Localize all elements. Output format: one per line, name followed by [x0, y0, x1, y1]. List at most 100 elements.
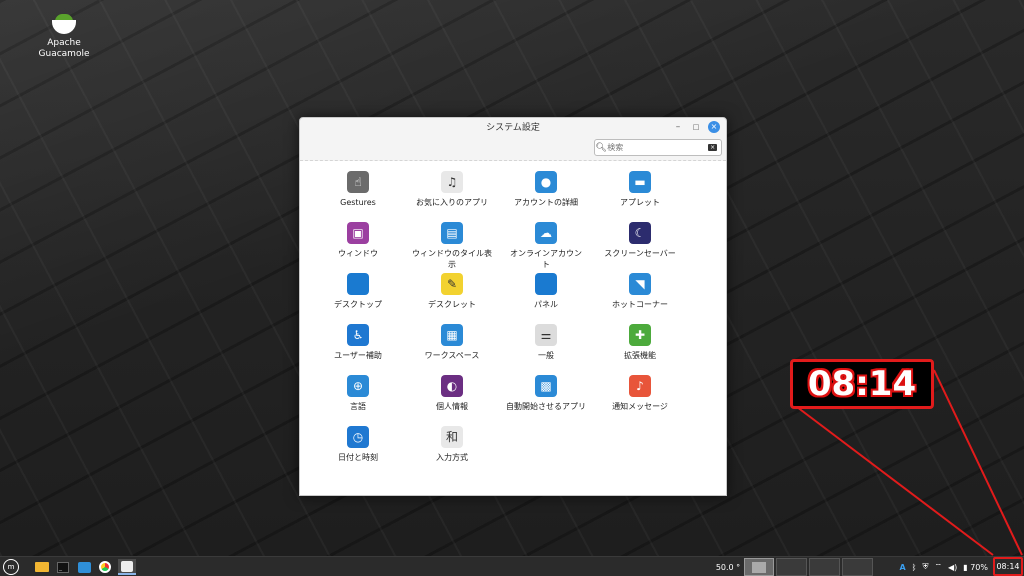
settings-item[interactable]: ✚ 拡張機能 [593, 324, 687, 375]
workspaces-icon: ▦ [441, 324, 463, 346]
settings-item-label: デスクレット [428, 300, 476, 309]
clear-search-icon[interactable]: × [708, 144, 717, 151]
settings-item[interactable]: ☾ スクリーンセーバー [593, 222, 687, 273]
settings-item[interactable]: ♿ ユーザー補助 [311, 324, 405, 375]
battery-icon: ▮ [963, 562, 968, 572]
system-tray: A ᛒ ⛨ ⌔ ◀) ▮ 70% [899, 559, 988, 575]
privacy-icon: ◐ [441, 375, 463, 397]
settings-item-label: ウィンドウのタイル表示 [412, 249, 492, 269]
general-icon: ⚌ [535, 324, 557, 346]
browser-launcher[interactable] [98, 559, 112, 575]
screensaver-icon: ☾ [629, 222, 651, 244]
settings-item-label: 拡張機能 [624, 351, 656, 360]
settings-item-label: ユーザー補助 [334, 351, 382, 360]
keyboard-layout-indicator[interactable]: A [899, 563, 905, 572]
panel-icon [535, 273, 557, 295]
mint-logo-icon: m [7, 563, 15, 571]
settings-item-label: デスクトップ [334, 300, 382, 309]
settings-item[interactable]: ▤ ウィンドウのタイル表示 [405, 222, 499, 273]
desktop-icon-label-line2: Guacamole [38, 49, 90, 59]
network-icon[interactable]: ⌔ [934, 562, 942, 572]
applets-icon: ▬ [629, 171, 651, 193]
search-box[interactable]: 🔍︎ × [594, 139, 722, 156]
files-launcher[interactable] [34, 559, 50, 575]
settings-item-label: 言語 [350, 402, 366, 411]
terminal-launcher[interactable]: _ [56, 559, 70, 575]
settings-item[interactable]: ● アカウントの詳細 [499, 171, 593, 222]
date-time-icon: ◷ [347, 426, 369, 448]
settings-item[interactable]: ⚌ 一般 [499, 324, 593, 375]
settings-item-label: アカウントの詳細 [514, 198, 578, 207]
battery-level: 70% [970, 562, 988, 572]
menu-button[interactable]: m [3, 559, 19, 575]
settings-item[interactable]: ♫ お気に入りのアプリ [405, 171, 499, 222]
settings-item-label: スクリーンセーバー [604, 249, 676, 258]
settings-item[interactable]: ☁ オンラインアカウント [499, 222, 593, 273]
guacamole-icon [51, 10, 77, 36]
settings-item[interactable]: ✎ デスクレット [405, 273, 499, 324]
settings-item-label: ホットコーナー [612, 300, 668, 309]
settings-item-label: オンラインアカウント [510, 249, 582, 269]
folder-icon [35, 562, 49, 572]
close-button[interactable]: × [708, 121, 720, 133]
account-icon: ● [535, 171, 557, 193]
hot-corners-icon: ◥ [629, 273, 651, 295]
system-settings-task[interactable] [118, 559, 136, 575]
cpu-temperature: 50.0 ° [715, 562, 741, 572]
desktop-icon [347, 273, 369, 295]
settings-item[interactable]: ♪ 通知メッセージ [593, 375, 687, 426]
guacamole-desktop-shortcut[interactable]: Apache Guacamole [36, 10, 92, 60]
settings-item[interactable]: ◥ ホットコーナー [593, 273, 687, 324]
settings-item[interactable]: ◷ 日付と時刻 [311, 426, 405, 477]
favorite-apps-icon: ♫ [441, 171, 463, 193]
settings-item[interactable]: ◐ 個人情報 [405, 375, 499, 426]
settings-item[interactable]: ▩ 自動開始させるアプリ [499, 375, 593, 426]
settings-item[interactable]: ▦ ワークスペース [405, 324, 499, 375]
screenshot-launcher[interactable] [77, 559, 91, 575]
settings-item[interactable]: ⊕ 言語 [311, 375, 405, 426]
window-tiling-icon: ▤ [441, 222, 463, 244]
system-settings-window: システム設定 – □ × 🔍︎ × ☝ Gestures ♫ お気に入りのアプリ ● アカ… [299, 117, 727, 496]
terminal-icon: _ [57, 561, 69, 573]
window-title: システム設定 [486, 123, 540, 133]
settings-item-label: パネル [534, 300, 558, 309]
search-input[interactable] [607, 140, 709, 155]
taskbar: m _ 50.0 ° A ᛒ ⛨ ⌔ ◀) ▮ 70% 08:14 [0, 556, 1024, 576]
minimize-button[interactable]: – [672, 121, 684, 133]
settings-item[interactable]: ▬ アプレット [593, 171, 687, 222]
search-icon: 🔍︎ [595, 142, 607, 153]
settings-item-label: ワークスペース [424, 351, 480, 360]
shield-icon[interactable]: ⛨ [922, 562, 928, 572]
bluetooth-icon[interactable]: ᛒ [912, 563, 917, 572]
maximize-button[interactable]: □ [690, 121, 702, 133]
settings-item-label: アプレット [620, 198, 660, 207]
desklets-icon: ✎ [441, 273, 463, 295]
settings-grid: ☝ Gestures ♫ お気に入りのアプリ ● アカウントの詳細 ▬ アプレット ▣ ウィンドウ… [300, 171, 726, 477]
online-accounts-icon: ☁ [535, 222, 557, 244]
window-titlebar[interactable]: システム設定 – □ × [300, 118, 726, 138]
workspace-2[interactable] [776, 558, 807, 576]
volume-icon[interactable]: ◀) [948, 563, 957, 572]
startup-apps-icon: ▩ [535, 375, 557, 397]
camera-icon [77, 561, 91, 573]
settings-item-label: 個人情報 [436, 402, 468, 411]
settings-item-label: 入力方式 [436, 453, 468, 462]
accessibility-icon: ♿ [347, 324, 369, 346]
settings-item[interactable]: デスクトップ [311, 273, 405, 324]
settings-item-label: 一般 [538, 351, 554, 360]
settings-item-label: 日付と時刻 [338, 453, 378, 462]
taskbar-clock[interactable]: 08:14 [993, 557, 1023, 576]
workspace-3[interactable] [809, 558, 840, 576]
settings-item[interactable]: ☝ Gestures [311, 171, 405, 222]
workspace-4[interactable] [842, 558, 873, 576]
settings-item[interactable]: パネル [499, 273, 593, 324]
notifications-icon: ♪ [629, 375, 651, 397]
settings-item[interactable]: ▣ ウィンドウ [311, 222, 405, 273]
settings-item[interactable]: 和入力方式 [405, 426, 499, 477]
settings-app-icon [121, 560, 133, 572]
settings-item-label: お気に入りのアプリ [416, 198, 488, 207]
workspace-1[interactable] [744, 558, 774, 576]
gestures-icon: ☝ [347, 171, 369, 193]
battery-indicator[interactable]: ▮ 70% [963, 563, 988, 572]
windows-icon: ▣ [347, 222, 369, 244]
